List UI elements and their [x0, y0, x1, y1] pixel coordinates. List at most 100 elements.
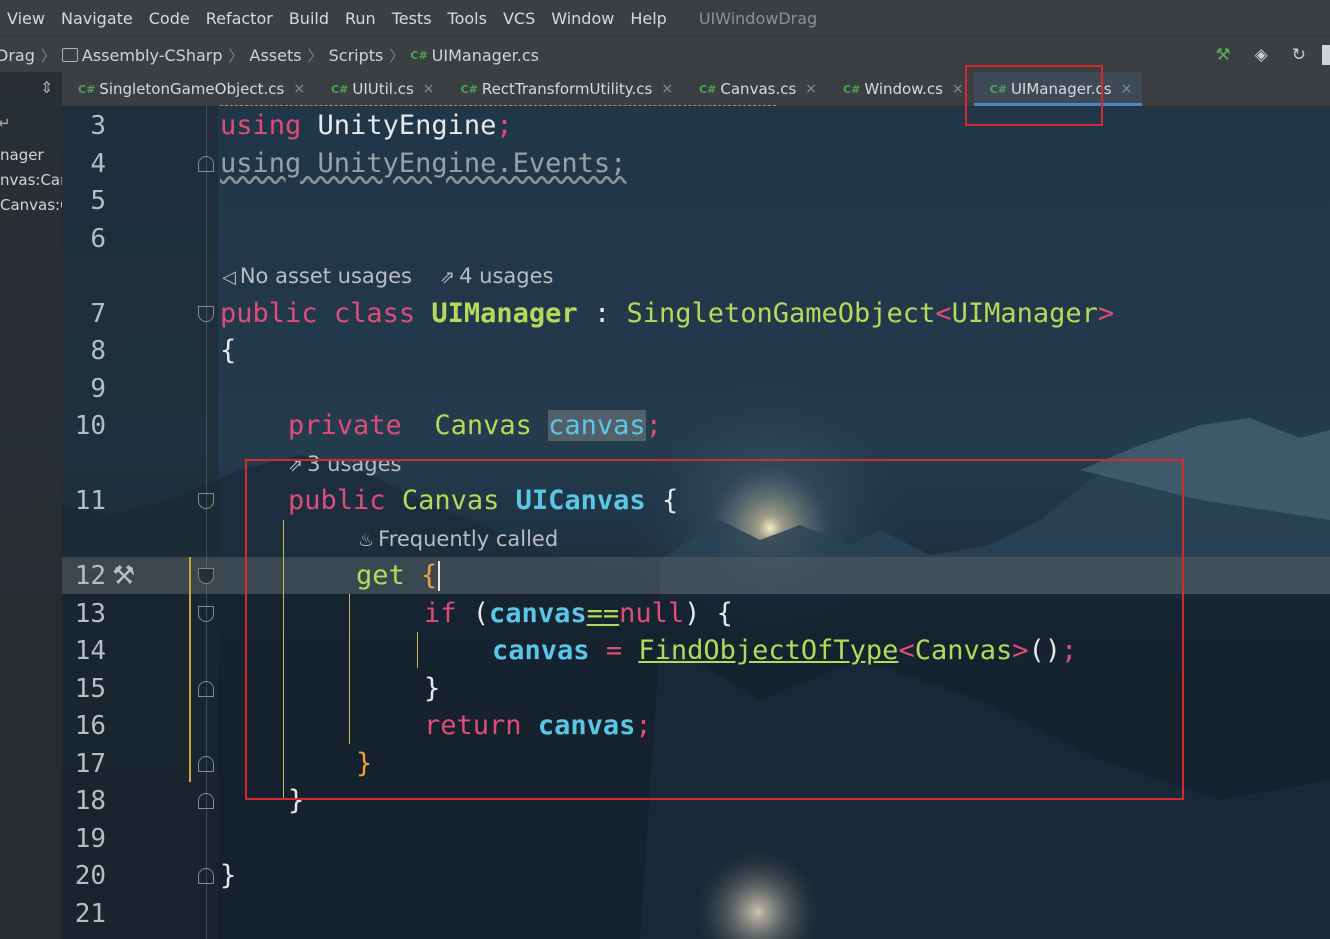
return-arrow-icon: ↵ — [0, 114, 11, 132]
line-number: 16 — [74, 711, 106, 741]
tab-label: UIUtil.cs — [352, 80, 414, 98]
annotation-box-tab — [965, 65, 1103, 126]
tab-singletongameobject[interactable]: C# SingletonGameObject.cs × — [62, 72, 315, 106]
code-token: : — [593, 298, 611, 329]
menu-vcs[interactable]: VCS — [495, 9, 543, 28]
asset-usages-hint[interactable]: ◁ No asset usages — [222, 264, 412, 288]
collapse-all-icon[interactable]: ⇕ — [40, 78, 53, 97]
close-icon[interactable]: × — [423, 81, 435, 97]
editor-tabs: C# SingletonGameObject.cs × C# UIUtil.cs… — [62, 72, 1330, 107]
breadcrumb-assembly[interactable]: Assembly-CSharp — [82, 46, 223, 65]
tab-uiutil[interactable]: C# UIUtil.cs × — [315, 72, 444, 106]
line-number: 8 — [90, 336, 106, 366]
tab-label: RectTransformUtility.cs — [481, 80, 653, 98]
fold-marker-icon[interactable] — [198, 306, 214, 322]
fold-marker-icon[interactable] — [198, 606, 214, 622]
line-number: 7 — [90, 299, 106, 329]
gutter-divider — [206, 106, 207, 939]
code-line-7[interactable]: public class UIManager : SingletonGameOb… — [220, 299, 1114, 329]
line-number: 19 — [74, 824, 106, 854]
breadcrumb-file[interactable]: UIManager.cs — [432, 46, 539, 65]
hint-text: No asset usages — [239, 264, 412, 288]
close-icon[interactable]: × — [661, 81, 673, 97]
annotation-box-property — [245, 459, 1184, 800]
project-tree-item[interactable]: nvas:Canv — [0, 171, 62, 189]
code-token: ; — [645, 410, 662, 441]
fold-marker-icon[interactable] — [198, 156, 214, 172]
breadcrumb-root[interactable]: Drag — [0, 46, 35, 65]
chevron-right-icon: 〉 — [40, 46, 56, 65]
fold-marker-icon[interactable] — [198, 756, 214, 772]
code-token: } — [220, 860, 237, 891]
code-token: UnityEngine — [317, 110, 497, 141]
line-number: 13 — [74, 599, 106, 629]
code-token: public — [220, 298, 318, 329]
project-icon — [61, 48, 78, 62]
fold-marker-icon[interactable] — [198, 793, 214, 809]
project-panel: ⇕ ↵ nager nvas:Canv Canvas:Ca — [0, 72, 62, 939]
breadcrumb: Drag 〉 Assembly-CSharp 〉 Assets 〉 Script… — [0, 36, 1330, 73]
line-number: 18 — [74, 786, 106, 816]
line-number: 4 — [90, 149, 106, 179]
hammer-icon[interactable]: ⚒ — [112, 561, 135, 591]
close-icon[interactable]: × — [805, 81, 817, 97]
project-tree-item[interactable]: nager — [0, 146, 44, 164]
chevron-right-icon: 〉 — [228, 46, 244, 65]
fold-marker-icon[interactable] — [198, 493, 214, 509]
menu-window[interactable]: Window — [543, 9, 622, 28]
line-number: 3 — [90, 111, 106, 141]
code-token: < — [935, 298, 952, 329]
csharp-file-icon: C# — [331, 82, 349, 96]
method-separator — [220, 105, 776, 106]
menu-help[interactable]: Help — [622, 9, 674, 28]
project-tree-item[interactable]: Canvas:Ca — [0, 196, 62, 214]
menu-tests[interactable]: Tests — [384, 9, 440, 28]
breadcrumb-assets[interactable]: Assets — [250, 46, 302, 65]
class-usages-hint[interactable]: ⇗ 4 usages — [440, 264, 553, 288]
tab-label: Window.cs — [864, 80, 943, 98]
refresh-icon[interactable]: ↻ — [1292, 45, 1306, 65]
fold-marker-icon[interactable] — [198, 681, 214, 697]
menu-tools[interactable]: Tools — [440, 9, 495, 28]
fold-marker-icon[interactable] — [198, 868, 214, 884]
change-marker — [189, 557, 191, 782]
code-token: Canvas — [434, 410, 532, 441]
tab-window[interactable]: C# Window.cs × — [827, 72, 974, 106]
menu-run[interactable]: Run — [337, 9, 384, 28]
hammer-icon[interactable]: ⚒ — [1215, 45, 1230, 65]
menu-view[interactable]: View — [0, 9, 53, 28]
menu-build[interactable]: Build — [281, 9, 337, 28]
code-token: using — [220, 110, 302, 141]
code-token: class — [333, 298, 416, 329]
close-icon[interactable]: × — [293, 81, 305, 97]
code-line-4[interactable]: using UnityEngine.Events; — [220, 149, 626, 179]
close-icon[interactable]: × — [952, 81, 964, 97]
code-token: using UnityEngine.Events; — [220, 148, 627, 179]
fold-marker-icon[interactable] — [198, 568, 214, 584]
usages-icon: ⇗ — [440, 267, 456, 288]
tab-canvas[interactable]: C# Canvas.cs × — [683, 72, 827, 106]
chevron-right-icon: 〉 — [389, 46, 405, 65]
line-number: 12 — [74, 561, 106, 591]
line-number: 20 — [74, 861, 106, 891]
code-token: UIManager — [431, 298, 578, 329]
code-line-20[interactable]: } — [220, 861, 236, 891]
code-line-10[interactable]: private Canvas canvas; — [288, 410, 662, 441]
menu-bar: View Navigate Code Refactor Build Run Te… — [0, 0, 1330, 36]
breadcrumb-scripts[interactable]: Scripts — [329, 46, 384, 65]
menu-navigate[interactable]: Navigate — [53, 9, 141, 28]
line-number: 14 — [74, 636, 106, 666]
window-title: UIWindowDrag — [698, 8, 818, 28]
line-number: 6 — [90, 224, 106, 254]
tab-recttransformutility[interactable]: C# RectTransformUtility.cs × — [445, 72, 684, 106]
menu-code[interactable]: Code — [141, 9, 198, 28]
hint-text: 4 usages — [459, 264, 554, 288]
menu-refactor[interactable]: Refactor — [198, 9, 281, 28]
close-icon[interactable]: × — [1121, 81, 1133, 97]
code-line-8[interactable]: { — [220, 336, 236, 366]
line-number: 5 — [90, 186, 106, 216]
code-line-3[interactable]: using UnityEngine; — [220, 111, 513, 141]
code-token: > — [1097, 298, 1115, 329]
code-token: ; — [496, 110, 513, 141]
unity-icon[interactable]: ◈ — [1255, 45, 1268, 65]
